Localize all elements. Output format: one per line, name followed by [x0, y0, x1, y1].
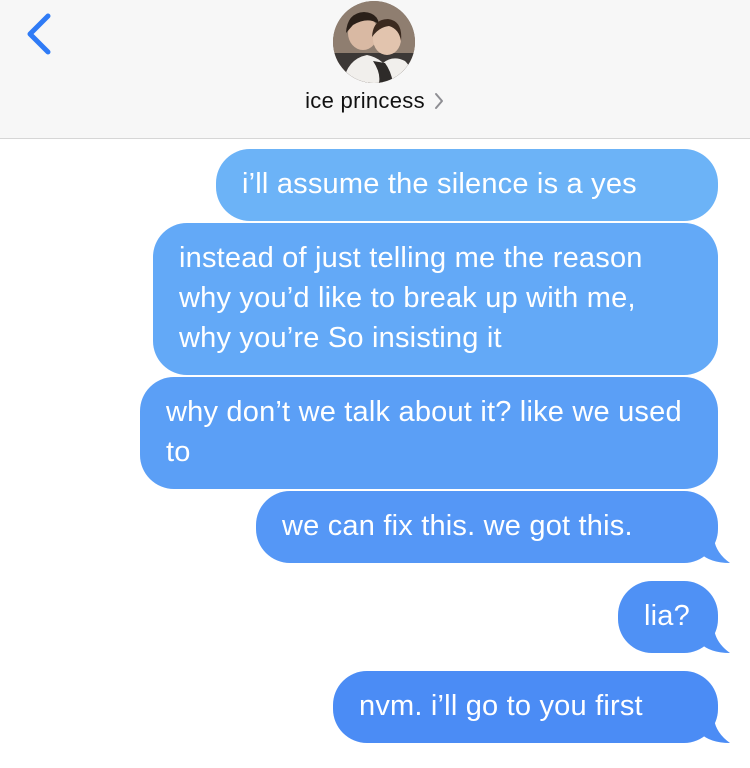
- message-bubble[interactable]: why don’t we talk about it? like we used…: [140, 377, 718, 489]
- bubble-tail: [700, 719, 730, 743]
- bubble-tail: [700, 629, 730, 653]
- message-bubble[interactable]: nvm. i’ll go to you first: [333, 671, 730, 743]
- bubble-tail: [700, 539, 730, 563]
- message-text: we can fix this. we got this.: [282, 510, 633, 542]
- chevron-left-icon: [27, 13, 51, 55]
- chevron-right-icon: [434, 93, 443, 109]
- message-bubble[interactable]: lia?: [618, 581, 730, 653]
- contact-avatar[interactable]: [333, 1, 415, 83]
- message-bubble[interactable]: instead of just telling me the reason wh…: [153, 223, 718, 375]
- message-text: i’ll assume the silence is a yes: [242, 168, 637, 200]
- contact-name-button[interactable]: ice princess: [0, 88, 750, 114]
- message-thread: i’ll assume the silence is a yes instead…: [0, 140, 750, 768]
- message-text: nvm. i’ll go to you first: [359, 690, 643, 722]
- message-text: instead of just telling me the reason wh…: [179, 242, 643, 354]
- contact-name-label: ice princess: [305, 88, 425, 113]
- message-bubble[interactable]: we can fix this. we got this.: [256, 491, 730, 563]
- message-bubble[interactable]: i’ll assume the silence is a yes: [216, 149, 718, 221]
- message-text: lia?: [644, 600, 690, 632]
- back-button[interactable]: [20, 10, 60, 58]
- message-text: why don’t we talk about it? like we used…: [166, 396, 682, 468]
- conversation-header: ice princess: [0, 0, 750, 139]
